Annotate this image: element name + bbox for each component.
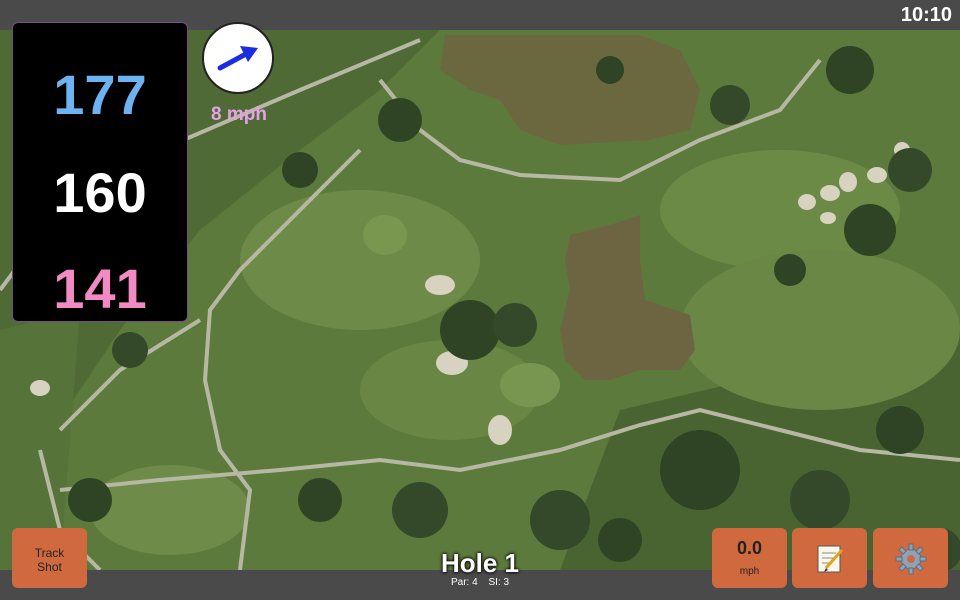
wind-speed-label: 8 mph [211,104,267,125]
settings-button[interactable] [873,528,948,588]
distance-panel: 177 160 141 [12,22,188,322]
track-shot-button[interactable]: Track Shot [12,528,87,588]
speed-button[interactable]: 0.0 mph [712,528,787,588]
speed-unit: mph [739,566,760,577]
front-distance: 141 [53,257,147,320]
track-shot-label-line1: Track [34,546,65,560]
middle-distance: 160 [53,161,147,224]
hole-par: Par: 4 [450,577,478,588]
wind-direction-arrow-icon [217,46,258,71]
notes-button[interactable] [792,528,867,588]
gear-icon [895,543,927,575]
back-distance: 177 [53,63,147,126]
hole-stroke-index: SI: 3 [488,577,510,588]
clock: 10:10 [900,4,952,26]
hole-info: Par: 4 SI: 3 [380,577,580,588]
track-shot-label-line2: Shot [37,560,62,574]
hole-title: Hole 1 [440,548,520,578]
notepad-icon [817,545,844,573]
speed-value: 0.0 [736,538,763,558]
wind-indicator[interactable] [202,22,274,94]
